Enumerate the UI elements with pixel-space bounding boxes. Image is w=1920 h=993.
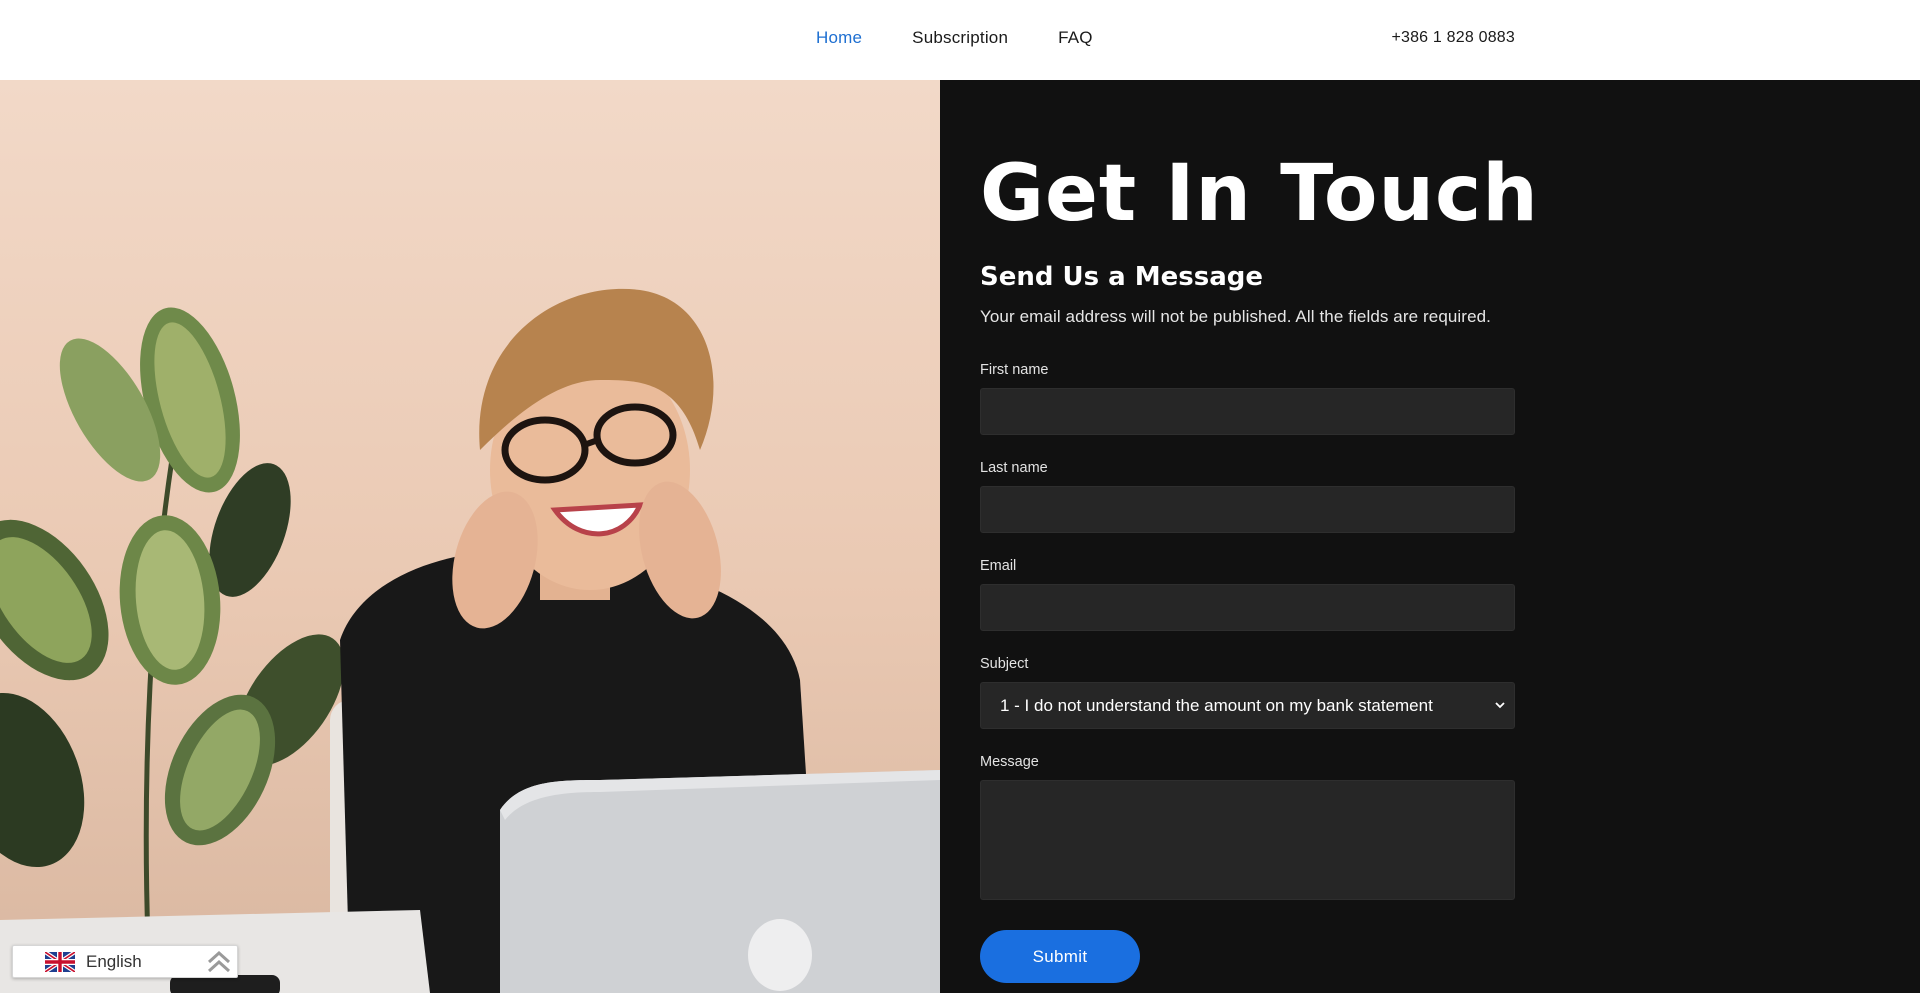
phone-number[interactable]: +386 1 828 0883	[1391, 29, 1515, 47]
email-field[interactable]	[980, 584, 1515, 631]
message-label: Message	[980, 754, 1039, 770]
nav-faq-link[interactable]: FAQ	[1058, 28, 1093, 48]
section-subtitle: Send Us a Message	[980, 262, 1264, 292]
laptop-logo-shape	[748, 919, 812, 991]
nav-subscription-link[interactable]: Subscription	[912, 28, 1008, 48]
email-label: Email	[980, 558, 1017, 574]
language-label: English	[86, 951, 142, 971]
subject-label: Subject	[980, 656, 1029, 672]
first-name-field[interactable]	[980, 388, 1515, 435]
subject-selected-value: 1 - I do not understand the amount on my…	[1000, 695, 1433, 715]
form-intro-text: Your email address will not be published…	[980, 307, 1491, 326]
laptop-shape	[500, 770, 940, 993]
site-header: Home Subscription FAQ +386 1 828 0883	[0, 0, 1920, 80]
double-chevron-up-icon[interactable]	[205, 948, 233, 976]
hero-photo	[0, 80, 940, 993]
woman-at-laptop-illustration	[0, 288, 940, 993]
message-textarea[interactable]	[980, 780, 1515, 900]
language-switcher[interactable]: English	[12, 945, 238, 978]
nav-home-link[interactable]: Home	[816, 28, 862, 48]
main-nav: Home Subscription FAQ	[816, 28, 1143, 48]
page-title: Get In Touch	[980, 149, 1539, 239]
last-name-field[interactable]	[980, 486, 1515, 533]
submit-button[interactable]: Submit	[980, 930, 1140, 983]
plant-illustration	[0, 307, 345, 993]
subject-select[interactable]: 1 - I do not understand the amount on my…	[980, 682, 1515, 729]
last-name-label: Last name	[980, 460, 1048, 476]
contact-panel: Get In Touch Send Us a Message Your emai…	[940, 80, 1920, 993]
chevron-down-icon	[1494, 698, 1506, 714]
first-name-label: First name	[980, 362, 1049, 378]
uk-flag-icon	[45, 951, 75, 972]
contact-form: First name Last name Email Subject 1 - I…	[980, 362, 1515, 983]
